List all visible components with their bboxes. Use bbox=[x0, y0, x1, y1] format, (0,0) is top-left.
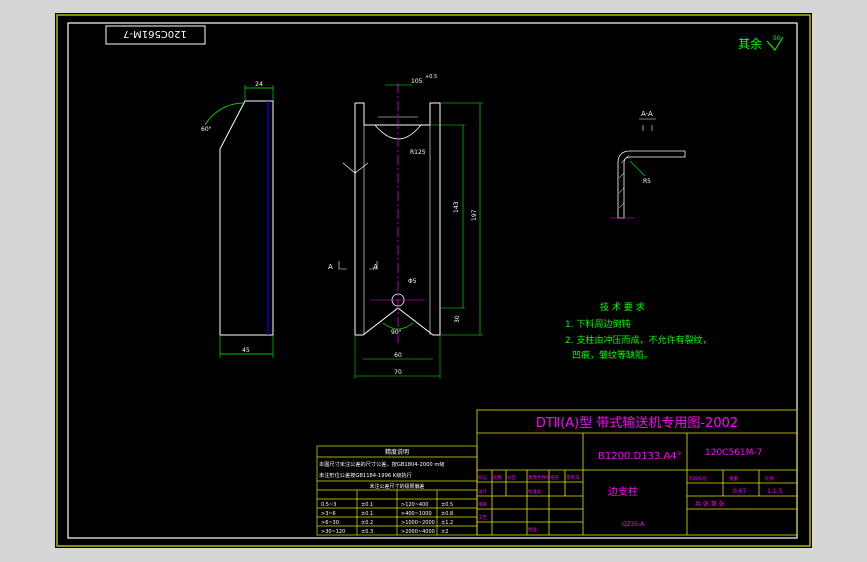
tb-label: 设计 bbox=[478, 488, 487, 495]
tb-label: 处数 bbox=[493, 474, 502, 481]
table-cell: ±1.2 bbox=[441, 520, 453, 526]
tech-requirements: 技 术 要 求 1. 下料周边倒钝 2. 支柱由冲压而成，不允许有裂纹， 凹痕，… bbox=[565, 301, 711, 361]
drawing-spec: B1200.D133.A4° bbox=[598, 451, 682, 462]
tolerance-title: 精度说明 bbox=[385, 448, 409, 456]
corner-code: 120C561M-7 bbox=[123, 28, 187, 39]
dim-top-width: 24 bbox=[255, 81, 263, 88]
table-cell: >6~30 bbox=[321, 520, 339, 526]
section-title: A-A bbox=[641, 110, 653, 118]
table-cell: >1000~2000 bbox=[401, 520, 435, 526]
dim-bend-radius: R5 bbox=[643, 178, 651, 185]
dim-width-60: 60 bbox=[394, 352, 402, 359]
tolerance-rows: 0.5~3 ±0.1 >120~400 ±0.5 >3~6 ±0.1 >400~… bbox=[321, 502, 453, 535]
section-mark-left: A bbox=[328, 263, 333, 271]
table-cell: ±0.3 bbox=[361, 529, 373, 535]
table-cell: ±0.2 bbox=[361, 520, 373, 526]
dim-notch-angle: 90° bbox=[391, 329, 402, 336]
front-view: 105 +0.5 R125 A A Φ5 143 197 30 90° 60 7… bbox=[328, 74, 483, 379]
tb-label: 标记 bbox=[478, 474, 487, 481]
tolerance-note-2: 未注形位公差按GB1184-1996 K级执行 bbox=[319, 471, 412, 479]
scale-value: 1:1.5 bbox=[767, 488, 783, 495]
dim-height-inner: 143 bbox=[453, 201, 460, 213]
dim-angle: 60° bbox=[201, 126, 212, 133]
table-cell: ±0.1 bbox=[361, 511, 373, 517]
table-cell: >120~400 bbox=[401, 502, 428, 508]
drawing-main-title: DTⅡ(A)型 带式输送机专用图-2002 bbox=[536, 415, 738, 431]
tb-label: 更改文件号 bbox=[528, 474, 551, 481]
section-mark-right: A bbox=[373, 263, 378, 271]
tb-label: 批准 bbox=[528, 526, 537, 533]
tb-label: 阶段标记 bbox=[689, 475, 707, 482]
drawing-sheet: 120C561M-7 其余 50 24 60° 45 105 +0.5 R125… bbox=[55, 13, 812, 548]
section-view: A-A R5 bbox=[610, 110, 686, 219]
sheet-label: 共 张 第 张 bbox=[695, 500, 725, 508]
dim-radius-top: R125 bbox=[410, 149, 426, 156]
tb-label: 审核 bbox=[478, 501, 487, 508]
dim-bottom-width: 45 bbox=[242, 347, 250, 354]
dim-slot-tol: +0.5 bbox=[425, 74, 437, 80]
tb-label: 分区 bbox=[507, 474, 516, 481]
tolerance-sub: 未注公差尺寸的极限偏差 bbox=[369, 483, 424, 490]
table-cell: ±2 bbox=[441, 529, 448, 535]
dim-notch-height: 30 bbox=[454, 315, 461, 323]
drawing-canvas: 120C561M-7 其余 50 24 60° 45 105 +0.5 R125… bbox=[56, 14, 811, 547]
dim-hole: Φ5 bbox=[408, 278, 417, 285]
drawing-code: 120C561M-7 bbox=[705, 448, 762, 458]
tb-label: 年月日 bbox=[566, 474, 580, 481]
table-cell: >2000~4000 bbox=[401, 529, 435, 535]
part-name: 边支柱 bbox=[608, 485, 638, 498]
table-cell: ±0.8 bbox=[441, 511, 453, 517]
table-cell: 0.5~3 bbox=[321, 502, 336, 508]
weight-value: 0.67 bbox=[733, 488, 747, 495]
inner-border bbox=[67, 22, 798, 539]
tb-label: 标准化 bbox=[528, 488, 542, 495]
material: Q235-A bbox=[622, 521, 645, 528]
tech-title: 技 术 要 求 bbox=[600, 301, 645, 313]
table-cell: >400~1000 bbox=[401, 511, 432, 517]
tech-line-3: 凹痕，皱纹等缺陷。 bbox=[572, 349, 653, 361]
dim-slot: 105 bbox=[411, 78, 423, 85]
tolerance-note-1: 本图尺寸未注公差的尺寸公差，按GB1804-2000 m级 bbox=[319, 460, 445, 468]
dim-height-total: 197 bbox=[471, 209, 478, 221]
tb-label: 工艺 bbox=[478, 515, 487, 521]
table-cell: >3~6 bbox=[321, 511, 336, 517]
side-view: 24 60° 45 bbox=[201, 81, 274, 358]
surface-value: 50 bbox=[773, 35, 781, 42]
tech-line-1: 1. 下料周边倒钝 bbox=[565, 318, 630, 330]
tech-line-2: 2. 支柱由冲压而成，不允许有裂纹， bbox=[565, 334, 711, 346]
tb-label: 比例 bbox=[765, 475, 774, 482]
tb-label: 签名 bbox=[550, 474, 559, 481]
table-cell: ±0.1 bbox=[361, 502, 373, 508]
table-cell: >30~120 bbox=[321, 529, 345, 535]
table-cell: ±0.5 bbox=[441, 502, 453, 508]
tb-label: 重量 bbox=[729, 475, 738, 482]
dim-width-70: 70 bbox=[394, 369, 402, 376]
surface-note: 其余 bbox=[738, 36, 762, 51]
